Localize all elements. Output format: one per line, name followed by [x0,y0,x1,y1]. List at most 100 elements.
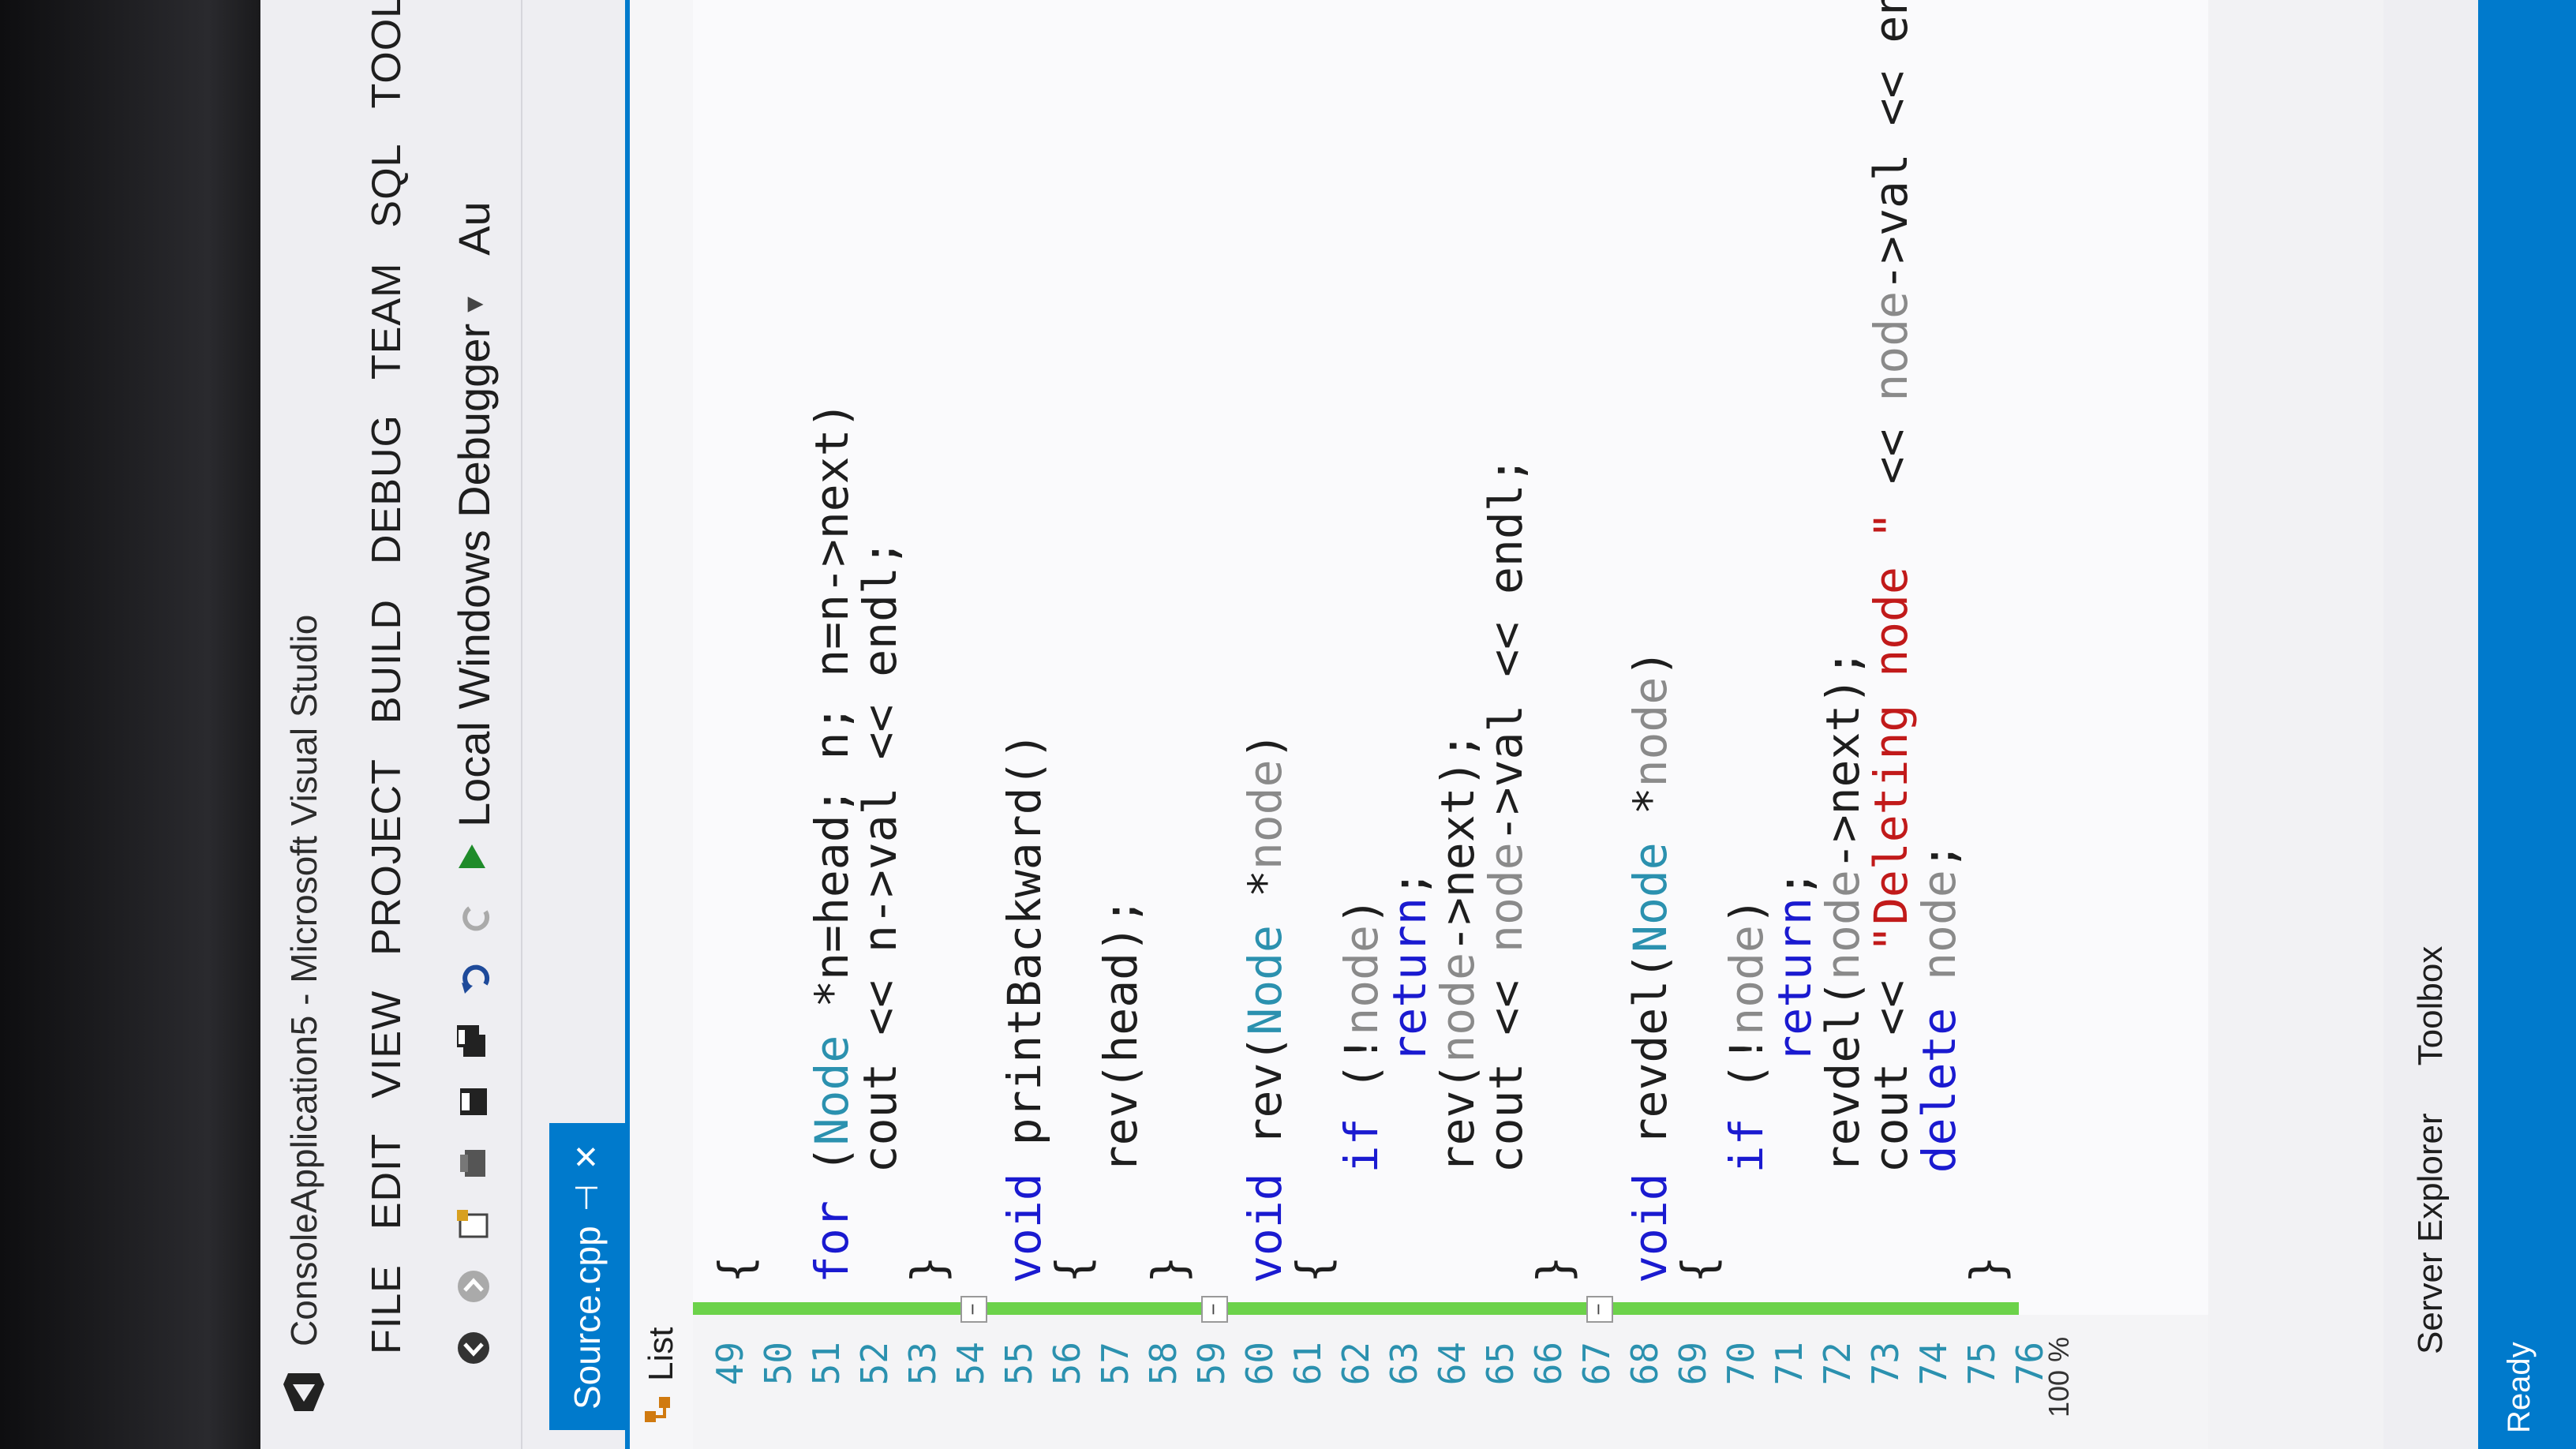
code-token: ; [1768,870,1822,898]
code-token: rev( [1238,1035,1292,1174]
line-number: 50 [757,1342,799,1386]
code-token: (! [1335,1035,1388,1118]
code-line[interactable]: { [1286,1256,1340,1283]
title-bar: ConsoleApplication5 - Microsoft Visual S… [260,0,347,1449]
debugger-label: Local Windows Debugger [448,323,499,827]
line-number: 72 [1816,1342,1859,1386]
tab-source-cpp[interactable]: Source.cpp ⊣ ✕ [549,1122,625,1430]
code-line[interactable]: cout << "Deleting node " << node->val <<… [1864,0,1918,1283]
line-number: 61 [1286,1342,1329,1386]
line-number: 54 [949,1342,992,1386]
code-line[interactable]: { [1672,1256,1725,1283]
code-line[interactable]: for (Node *n=head; n; n=n->next) [805,402,859,1283]
code-token: ->next); [1816,649,1870,871]
vs-window: ConsoleApplication5 - Microsoft Visual S… [260,0,2576,1449]
code-area[interactable]: { for (Node *n=head; n; n=n->next) cout <… [693,0,2208,1283]
pin-icon[interactable]: ⊣ [569,1184,605,1211]
line-number: 53 [901,1342,944,1386]
code-token: { [1672,1256,1725,1283]
code-line[interactable]: { [709,1256,762,1283]
code-token: ) [1238,732,1292,760]
code-editor[interactable]: 49 50 51 52 53 54 55 56 57 58 59 60 61 62 63 64 65 66 67 68… [693,0,2208,1449]
code-token: rev(head); [1094,897,1148,1283]
status-text: Ready [2502,1342,2537,1433]
line-number: 66 [1527,1342,1570,1386]
menu-sql[interactable]: SQL [363,144,410,228]
code-line[interactable]: rev(node->next); [1431,732,1485,1283]
code-line[interactable]: void revdel(Node *node) [1623,650,1677,1283]
menu-build[interactable]: BUILD [363,599,410,724]
code-line[interactable]: } [901,1256,955,1283]
line-number: 60 [1238,1342,1281,1386]
code-token: cout << n->val << endl; [853,539,907,1283]
code-token: ->val << endl; [1479,456,1533,843]
back-icon[interactable] [451,1326,496,1370]
collapse-toggle[interactable]: − [1586,1296,1613,1323]
code-line[interactable]: if (!node) [1720,897,1773,1283]
redo-icon[interactable] [451,895,496,939]
forward-icon[interactable] [451,1264,496,1309]
code-token: rev( [1431,1062,1485,1283]
code-line[interactable]: return; [1383,870,1436,1283]
code-line[interactable]: } [1960,1256,2014,1283]
undo-icon[interactable] [451,957,496,1001]
code-token: ( [805,1145,859,1201]
code-line[interactable]: rev(head); [1094,897,1148,1283]
code-line[interactable]: } [1142,1256,1196,1283]
line-number: 51 [805,1342,848,1386]
line-number: 64 [1431,1342,1473,1386]
line-number: 70 [1720,1342,1762,1386]
code-line[interactable]: return; [1768,870,1822,1283]
menu-project[interactable]: PROJECT [363,758,410,956]
code-line[interactable]: delete node; [1912,842,1966,1283]
new-project-icon[interactable] [451,1203,496,1247]
menu-view[interactable]: VIEW [363,990,410,1099]
code-token: node [1864,290,1918,402]
menu-file[interactable]: FILE [363,1264,410,1354]
menu-edit[interactable]: EDIT [363,1133,410,1230]
configuration-label[interactable]: Au [448,201,500,256]
code-token: node [1623,676,1677,788]
code-token: node [1238,759,1292,871]
menu-debug[interactable]: DEBUG [363,414,410,564]
side-panel-tabs: Server Explorer Toolbox [2383,0,2478,1449]
code-token: for [805,1200,859,1283]
visual-studio-logo-icon [279,1367,329,1417]
code-token: { [1046,1256,1099,1283]
tab-toolbox[interactable]: Toolbox [2411,946,2451,1066]
code-token: "Deleting node " [1864,511,1918,953]
code-line[interactable]: cout << n->val << endl; [853,539,907,1283]
menu-team[interactable]: TEAM [363,263,410,380]
collapse-toggle[interactable]: − [960,1296,987,1323]
code-line[interactable]: { [1046,1256,1099,1283]
code-line[interactable]: cout << node->val << endl; [1479,456,1533,1283]
scope-dropdown[interactable]: List [642,1327,681,1381]
menu-tools[interactable]: TOOLS [363,0,410,109]
code-token: cout << [1864,952,1918,1283]
change-tracking-bar [693,1302,2019,1315]
close-icon[interactable]: ✕ [569,1144,605,1170]
code-line[interactable]: revdel(node->next); [1816,650,1870,1283]
chevron-down-icon[interactable]: ▾ [455,297,492,313]
code-token: return [1768,897,1822,1063]
menu-bar: FILE EDIT VIEW PROJECT BUILD DEBUG TEAM … [347,0,426,1449]
tab-server-explorer[interactable]: Server Explorer [2411,1113,2451,1354]
code-token: ) [1335,897,1388,926]
run-debugger-button[interactable]: Local Windows Debugger ▾ [448,297,500,878]
open-file-icon[interactable] [451,1141,496,1185]
code-line[interactable]: if (!node) [1335,897,1388,1283]
code-token: ; [1912,842,1966,871]
zoom-level[interactable]: 100 % [2042,1337,2076,1417]
save-all-icon[interactable] [451,1018,496,1062]
navigation-bar: List [630,0,693,1449]
code-line[interactable]: void printBackward() [998,732,1051,1283]
code-token: revdel( [1623,952,1677,1174]
code-line[interactable]: } [1527,1256,1581,1283]
collapse-toggle[interactable]: − [1201,1296,1228,1323]
save-icon[interactable] [451,1080,496,1124]
code-line[interactable]: void rev(Node *node) [1238,732,1292,1283]
play-icon [452,838,496,878]
